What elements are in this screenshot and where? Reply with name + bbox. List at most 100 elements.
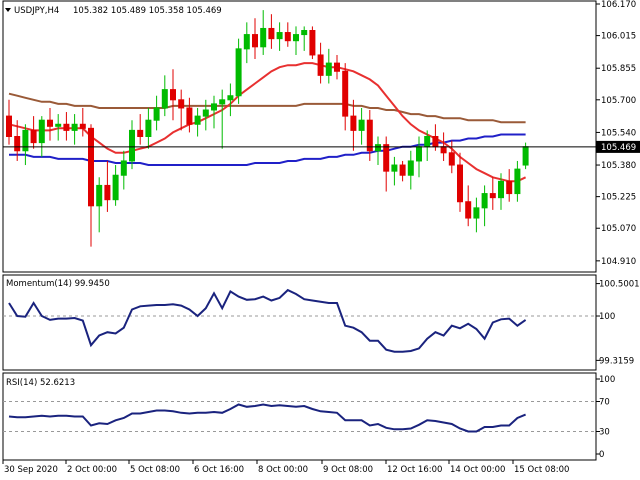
price-tick-label: 105.380 bbox=[601, 161, 636, 171]
candle-body bbox=[104, 184, 111, 201]
rsi-title: RSI(14) 52.6213 bbox=[6, 378, 75, 388]
candle-body bbox=[424, 136, 431, 148]
chart-header: USDJPY,H4 105.382 105.489 105.358 105.46… bbox=[5, 6, 222, 16]
rsi-panel: 100 70 30 0 bbox=[2, 372, 615, 461]
candle-body bbox=[137, 129, 144, 137]
candle-body bbox=[342, 70, 349, 117]
trading-chart: 106.170 106.015 105.855 105.700 105.540 105.3… bbox=[2, 0, 640, 475]
time-tick-label: 12 Oct 16:00 bbox=[387, 465, 442, 475]
candle-body bbox=[301, 30, 308, 36]
candle-body bbox=[88, 127, 94, 207]
price-tick-label: 105.070 bbox=[601, 224, 636, 234]
candle-body bbox=[334, 62, 340, 72]
time-tick-label: 8 Oct 00:00 bbox=[258, 465, 308, 475]
price-panel: 106.170 106.015 105.855 105.700 105.540 105.3… bbox=[2, 0, 640, 273]
candle-body bbox=[465, 201, 472, 219]
price-tick-label: 104.910 bbox=[601, 257, 636, 267]
candle-body bbox=[170, 89, 176, 101]
candle-body bbox=[129, 129, 135, 162]
candle-body bbox=[161, 89, 168, 109]
rsi-axis-label: 70 bbox=[599, 398, 610, 408]
time-tick-label: 6 Oct 16:00 bbox=[194, 465, 244, 475]
candle-body bbox=[514, 168, 521, 195]
candle-body bbox=[506, 180, 513, 195]
candle-body bbox=[235, 48, 242, 97]
candle-body bbox=[186, 107, 193, 125]
candle-body bbox=[14, 136, 21, 152]
candle-body bbox=[473, 207, 480, 219]
price-tick-label: 105.540 bbox=[601, 128, 636, 138]
candle-body bbox=[309, 30, 316, 56]
time-tick-label: 9 Oct 08:00 bbox=[323, 465, 373, 475]
current-price-label: 105.469 bbox=[601, 143, 636, 153]
rsi-axis-label: 100 bbox=[599, 375, 615, 385]
candle-body bbox=[22, 129, 29, 152]
candle-body bbox=[145, 119, 152, 137]
price-tick-label: 106.015 bbox=[601, 32, 636, 42]
candle-body bbox=[79, 123, 86, 129]
candle-body bbox=[71, 123, 78, 131]
candle-body bbox=[293, 34, 299, 42]
candle-body bbox=[211, 103, 217, 111]
candle-body bbox=[522, 146, 529, 166]
candle-body bbox=[457, 164, 463, 203]
time-tick-label: 2 Oct 00:00 bbox=[67, 465, 117, 475]
candle-body bbox=[202, 109, 209, 117]
candle-body bbox=[55, 123, 62, 127]
candle-body bbox=[96, 184, 103, 207]
candle-body bbox=[407, 160, 414, 176]
time-tick-label: 14 Oct 00:00 bbox=[450, 465, 505, 475]
candle-body bbox=[120, 160, 127, 176]
candle-body bbox=[416, 146, 422, 162]
candle-body bbox=[375, 144, 381, 152]
ohlc-values: 105.382 105.489 105.358 105.469 bbox=[73, 6, 222, 16]
candle-body bbox=[38, 119, 45, 144]
price-tick-label: 105.225 bbox=[601, 193, 636, 203]
momentum-panel: 100.5001 100 99.3159 bbox=[2, 274, 640, 371]
time-axis: 30 Sep 2020 2 Oct 00:00 5 Oct 08:00 6 Oct 1… bbox=[2, 460, 569, 475]
candle-body bbox=[6, 115, 12, 138]
momentum-title: Momentum(14) 99.9450 bbox=[6, 279, 110, 289]
candle-body bbox=[276, 32, 283, 40]
candle-body bbox=[489, 193, 496, 199]
time-tick-label: 30 Sep 2020 bbox=[4, 465, 58, 475]
momentum-axis-label: 100.5001 bbox=[599, 280, 640, 290]
time-tick-label: 15 Oct 08:00 bbox=[514, 465, 569, 475]
price-tick-label: 105.700 bbox=[601, 96, 636, 106]
candle-body bbox=[153, 107, 160, 121]
candle-body bbox=[358, 119, 365, 131]
candle-body bbox=[194, 115, 201, 125]
candle-body bbox=[47, 119, 53, 127]
momentum-axis-label: 100 bbox=[599, 312, 615, 322]
candle-body bbox=[383, 144, 390, 172]
candle-body bbox=[498, 180, 504, 199]
candle-body bbox=[366, 119, 373, 152]
price-tick-label: 105.855 bbox=[601, 64, 636, 74]
momentum-axis-label: 99.3159 bbox=[599, 356, 634, 366]
momentum-panel-frame bbox=[2, 274, 597, 371]
candle-body bbox=[440, 146, 447, 154]
candle-body bbox=[268, 27, 275, 40]
candle-body bbox=[391, 164, 398, 172]
candle-body bbox=[325, 62, 332, 76]
price-tick-label: 106.170 bbox=[601, 0, 636, 10]
candle-body bbox=[243, 34, 250, 50]
candle-body bbox=[252, 34, 258, 48]
rsi-axis-label: 0 bbox=[599, 450, 604, 460]
rsi-panel-frame bbox=[2, 372, 597, 461]
candle-body bbox=[317, 54, 324, 76]
candle-body bbox=[284, 32, 291, 42]
candle-body bbox=[260, 27, 267, 48]
rsi-axis-label: 30 bbox=[599, 428, 610, 438]
candle-body bbox=[448, 152, 455, 166]
candle-body bbox=[178, 99, 185, 109]
candle-body bbox=[399, 164, 406, 176]
candle-body bbox=[432, 136, 439, 148]
time-tick-label: 5 Oct 08:00 bbox=[130, 465, 180, 475]
candle-body bbox=[350, 115, 357, 131]
candle-body bbox=[63, 123, 70, 131]
candle-body bbox=[481, 193, 488, 209]
candle-body bbox=[227, 95, 234, 101]
candle-body bbox=[30, 129, 37, 144]
candle-body bbox=[219, 99, 226, 105]
